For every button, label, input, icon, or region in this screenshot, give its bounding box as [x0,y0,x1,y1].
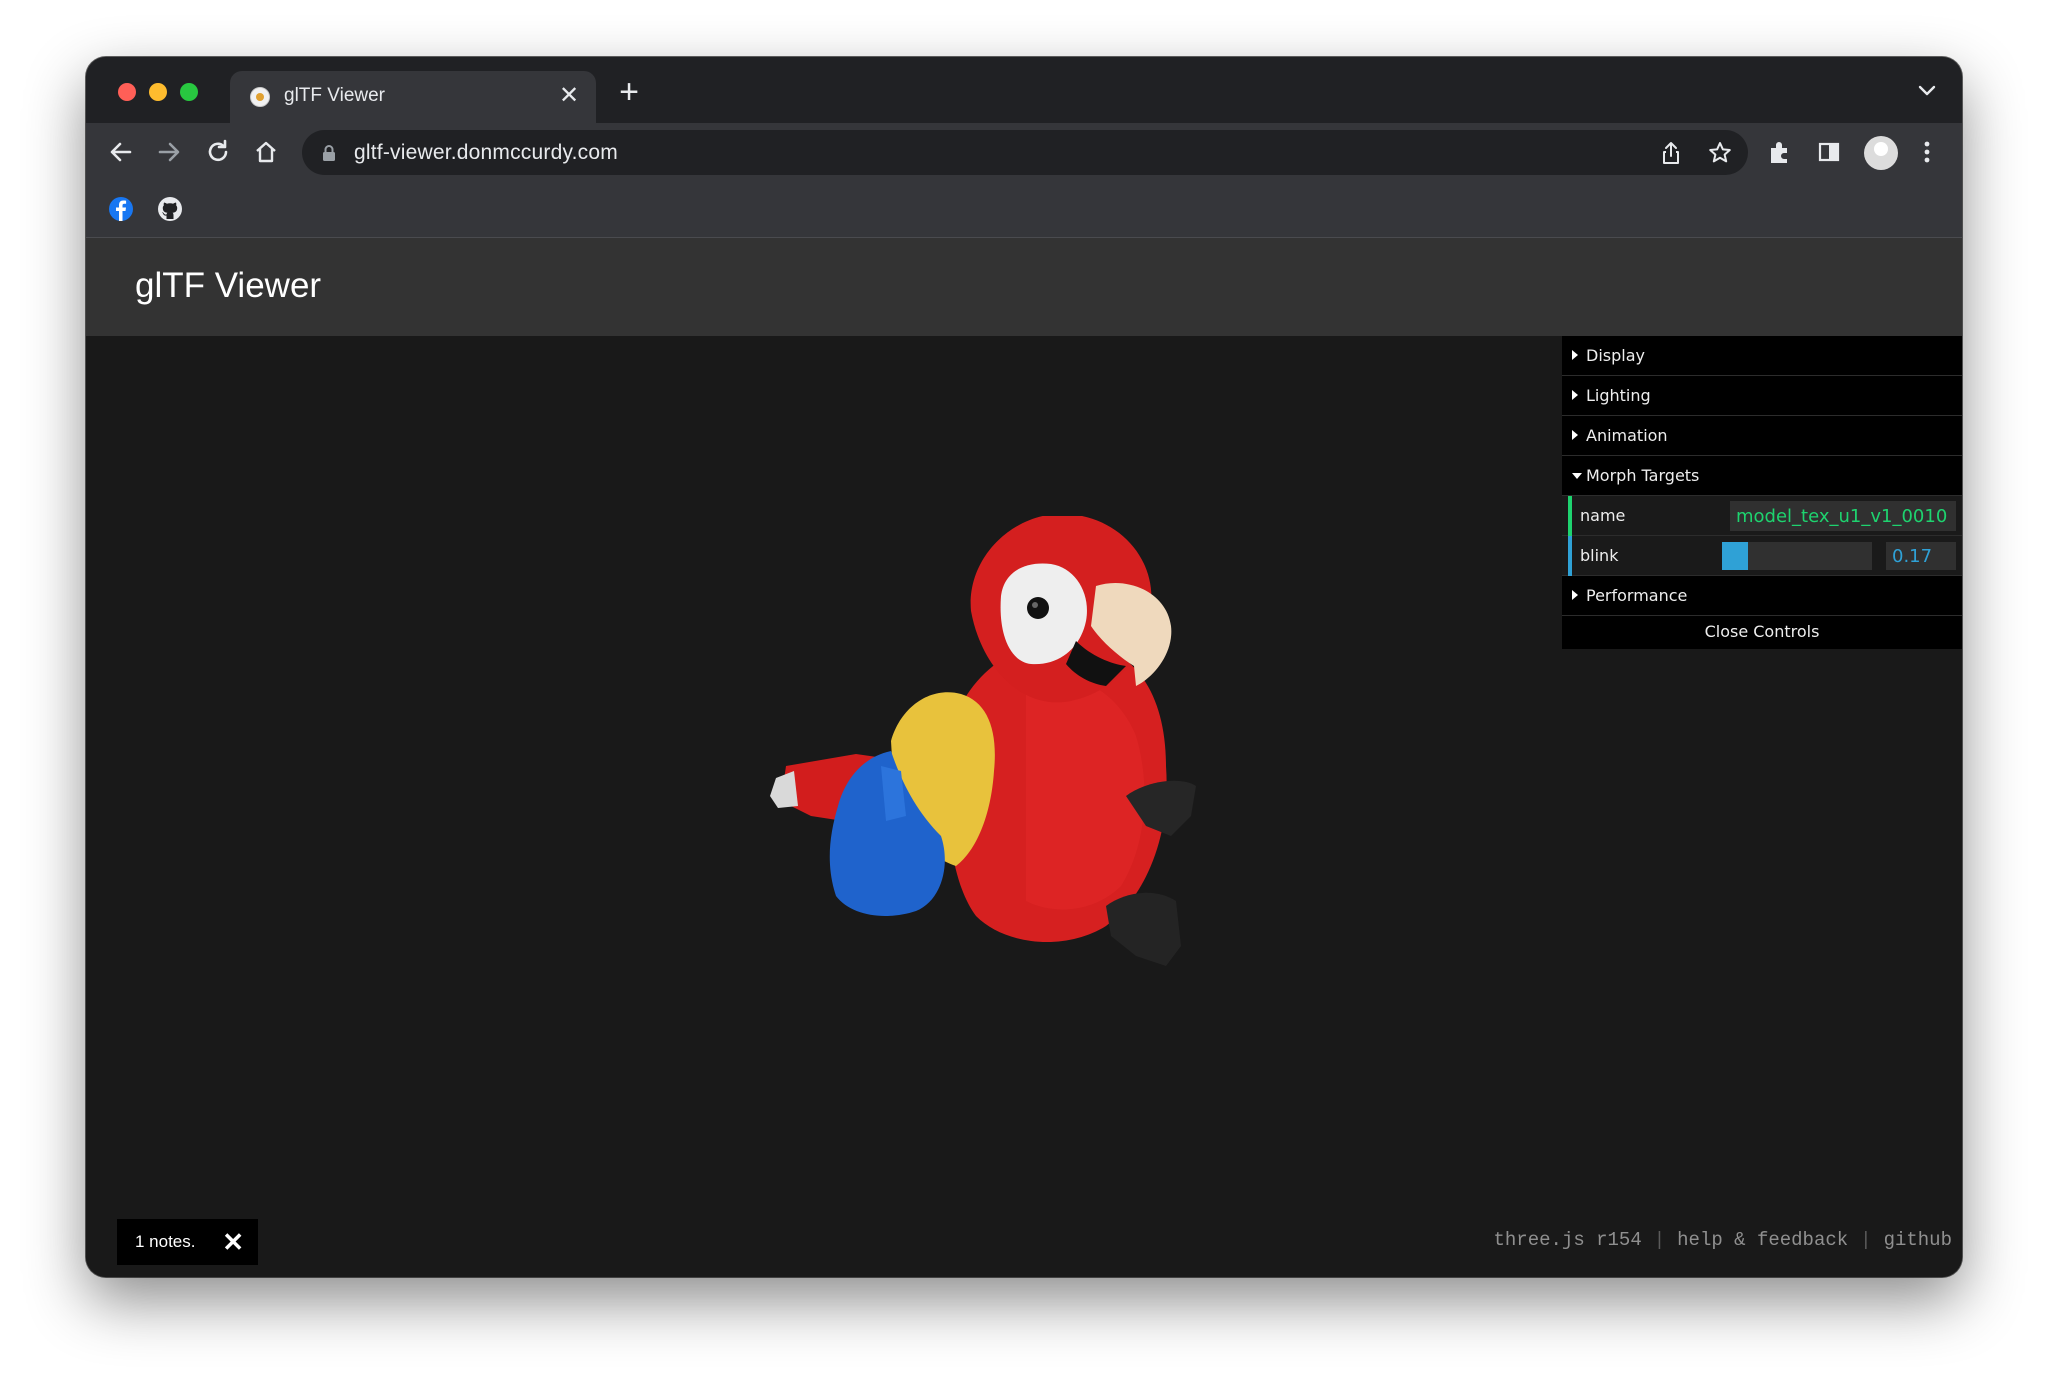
avatar[interactable] [1864,136,1898,170]
folder-animation[interactable]: Animation [1562,416,1962,456]
blink-label: blink [1580,546,1619,565]
footer-links: three.js r154 | help & feedback | github [1494,1229,1953,1251]
bookmarks-bar [86,181,1962,238]
chevron-down-icon[interactable] [1914,77,1940,103]
folder-label: Morph Targets [1586,466,1700,485]
page-header: glTF Viewer [86,238,1962,336]
row-accent [1568,496,1572,536]
favicon-icon [250,87,270,107]
morph-blink-row: blink 0.17 [1562,536,1962,576]
back-icon[interactable] [102,133,140,171]
page-title: glTF Viewer [135,266,322,305]
threejs-version-link[interactable]: three.js r154 [1494,1229,1642,1251]
sidepanel-icon[interactable] [1812,135,1846,169]
name-label: name [1580,506,1626,525]
close-controls-button[interactable]: Close Controls [1562,616,1962,649]
caret-down-icon [1572,473,1582,479]
close-window-button[interactable] [118,83,136,101]
footer-separator: | [1860,1229,1872,1251]
minimize-window-button[interactable] [149,83,167,101]
blink-slider[interactable] [1722,542,1872,570]
browser-toolbar: gltf-viewer.donmccurdy.com [86,123,1962,181]
folder-label: Animation [1586,426,1668,445]
home-icon[interactable] [247,133,285,171]
menu-icon[interactable] [1910,135,1944,169]
tab-close-button[interactable]: ✕ [556,81,582,111]
notes-toast: 1 notes. ✕ [117,1219,258,1265]
parrot-model[interactable] [726,516,1426,1176]
folder-performance[interactable]: Performance [1562,576,1962,616]
row-accent [1568,536,1572,576]
address-bar[interactable]: gltf-viewer.donmccurdy.com [302,130,1748,175]
caret-right-icon [1572,350,1578,360]
footer-separator: | [1653,1229,1666,1251]
github-link[interactable]: github [1884,1229,1952,1251]
folder-display[interactable]: Display [1562,336,1962,376]
share-icon[interactable] [1657,139,1685,167]
3d-viewport[interactable]: Display Lighting Animation Morph Targets… [86,336,1962,1277]
browser-tab[interactable]: glTF Viewer ✕ [230,71,596,123]
folder-label: Display [1586,346,1645,365]
lock-icon[interactable] [320,143,338,163]
browser-window: glTF Viewer ✕ + gltf-viewer.donmccurdy.c… [86,57,1962,1277]
morph-name-row: name model_tex_u1_v1_0010 [1562,496,1962,536]
folder-label: Performance [1586,586,1688,605]
tab-title: glTF Viewer [284,85,386,106]
folder-lighting[interactable]: Lighting [1562,376,1962,416]
notes-close-button[interactable]: ✕ [222,1228,244,1256]
caret-right-icon [1572,590,1578,600]
page: glTF Viewer Display Lighting Animation M… [86,238,1962,1277]
zoom-window-button[interactable] [180,83,198,101]
github-icon[interactable] [156,195,184,223]
name-field[interactable]: model_tex_u1_v1_0010 [1730,501,1956,531]
url-text[interactable]: gltf-viewer.donmccurdy.com [354,141,618,165]
reload-icon[interactable] [199,133,237,171]
blink-value-field[interactable]: 0.17 [1886,542,1956,570]
notes-text[interactable]: 1 notes. [135,1232,196,1252]
tab-strip: glTF Viewer ✕ + [86,57,1962,123]
folder-morph-targets[interactable]: Morph Targets [1562,456,1962,496]
blink-slider-fill [1722,542,1748,570]
extensions-icon[interactable] [1763,135,1797,169]
controls-panel: Display Lighting Animation Morph Targets… [1562,336,1962,649]
caret-right-icon [1572,390,1578,400]
folder-label: Lighting [1586,386,1651,405]
star-icon[interactable] [1706,139,1734,167]
caret-right-icon [1572,430,1578,440]
help-feedback-link[interactable]: help & feedback [1677,1229,1848,1251]
new-tab-button[interactable]: + [612,75,646,109]
forward-icon[interactable] [150,133,188,171]
facebook-icon[interactable] [107,195,135,223]
